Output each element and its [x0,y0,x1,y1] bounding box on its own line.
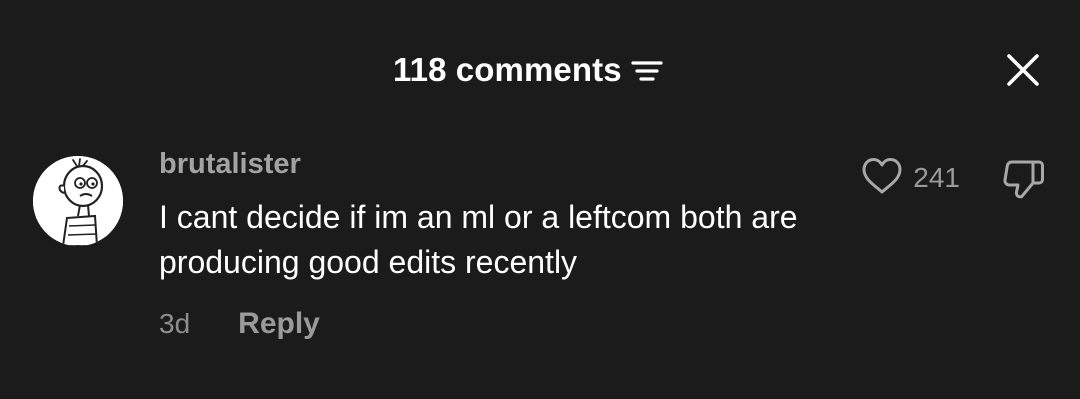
cartoon-avatar-icon[interactable] [33,156,123,246]
comments-count-title: 118 comments [393,51,622,88]
comment-text-line: I cant decide if im an ml or a leftcom b… [159,199,798,235]
comment-text: I cant decide if im an ml or a leftcom b… [159,195,979,285]
heart-icon [861,157,903,200]
comment-username[interactable]: brutalister [159,146,301,182]
comments-header: 118 comments [0,44,1080,96]
thumbs-down-icon[interactable] [1002,158,1046,200]
comment-meta-row: 3d Reply [159,304,320,344]
header-title-group: 118 comments [393,44,664,96]
close-icon[interactable] [1004,51,1042,89]
sort-filter-icon[interactable] [630,56,664,84]
comment-timestamp: 3d [159,308,191,339]
comments-panel: 118 comments brutalister I cant decide i… [0,0,1080,399]
like-count: 241 [913,162,960,193]
comment-text-line: producing good edits recently [159,244,578,280]
reply-button[interactable]: Reply [238,307,320,341]
like-button[interactable]: 241 [861,157,960,200]
